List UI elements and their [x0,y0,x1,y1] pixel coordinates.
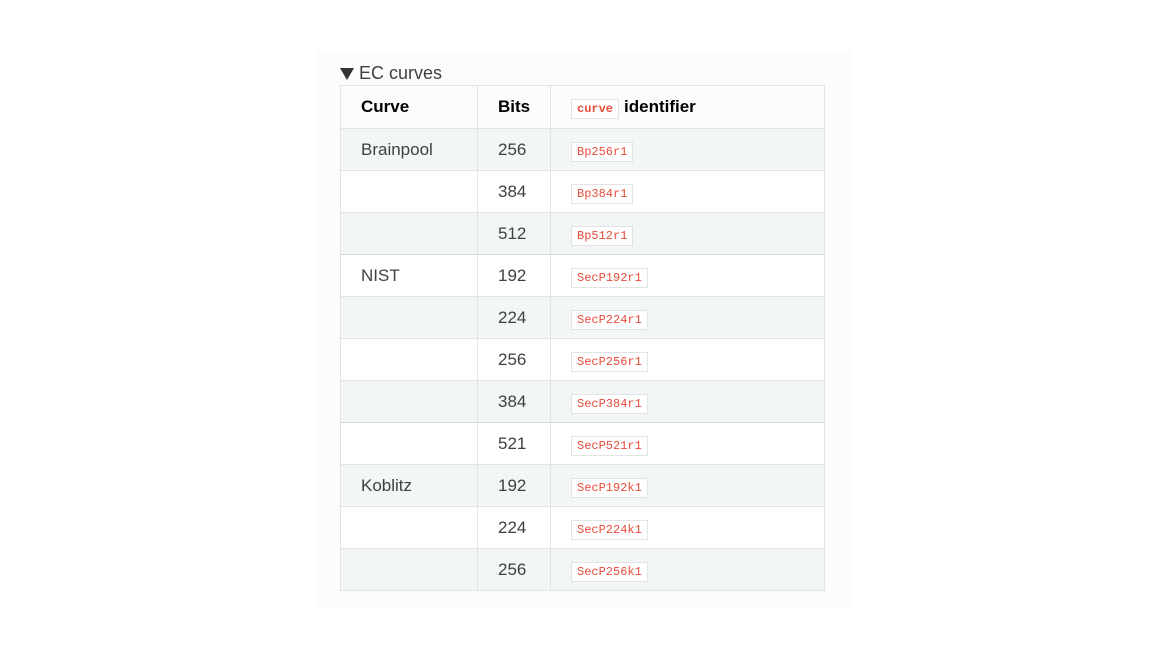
cell-bits: 512 [477,212,551,255]
table-row: Koblitz 192 SecP192k1 [340,464,825,507]
table-row: 384 SecP384r1 [340,380,825,423]
cell-identifier: Bp256r1 [550,128,825,171]
cell-identifier: Bp384r1 [550,170,825,213]
table-row: NIST 192 SecP192r1 [340,254,825,297]
header-identifier-code: curve [571,99,620,119]
table-row: 384 Bp384r1 [340,170,825,213]
details-summary[interactable]: EC curves [340,61,442,85]
table-row: 512 Bp512r1 [340,212,825,255]
cell-bits: 192 [477,254,551,297]
ec-curves-table: Curve Bits curve identifier Brainpool 256… [340,85,825,591]
cell-identifier: Bp512r1 [550,212,825,255]
cell-identifier: SecP521r1 [550,422,825,465]
table-row: 521 SecP521r1 [340,422,825,465]
identifier-code: SecP256r1 [571,351,648,372]
identifier-code: Bp256r1 [571,141,634,162]
table-row: 224 SecP224k1 [340,506,825,549]
cell-bits: 192 [477,464,551,507]
identifier-code: SecP521r1 [571,435,648,456]
header-identifier: curve identifier [550,85,825,129]
header-curve: Curve [340,85,478,129]
cell-bits: 224 [477,296,551,339]
cell-identifier: SecP256r1 [550,338,825,381]
details-summary-label: EC curves [359,62,443,83]
identifier-code: Bp384r1 [571,183,634,204]
cell-curve [340,548,478,591]
cell-curve: Brainpool [340,128,478,171]
cell-curve: Koblitz [340,464,478,507]
cell-bits: 256 [477,338,551,381]
cell-curve [340,296,478,339]
cell-bits: 224 [477,506,551,549]
identifier-code: SecP224r1 [571,309,648,330]
table-row: 224 SecP224r1 [340,296,825,339]
cell-curve [340,380,478,423]
cell-curve [340,422,478,465]
cell-bits: 256 [477,128,551,171]
cell-curve [340,338,478,381]
triangle-down-icon[interactable] [340,68,354,80]
cell-bits: 384 [477,380,551,423]
table-header-row: Curve Bits curve identifier [340,85,825,129]
cell-identifier: SecP256k1 [550,548,825,591]
cell-bits: 521 [477,422,551,465]
cell-identifier: SecP384r1 [550,380,825,423]
identifier-code: SecP384r1 [571,393,648,414]
cell-identifier: SecP224k1 [550,506,825,549]
table-row: 256 SecP256r1 [340,338,825,381]
identifier-code: Bp512r1 [571,225,634,246]
cell-curve [340,212,478,255]
table-body: Brainpool 256 Bp256r1 384 Bp384r1 512 Bp… [340,128,825,591]
ec-curves-details: EC curves Curve Bits curve identifier Bra… [317,50,853,607]
identifier-code: SecP256k1 [571,561,648,582]
cell-curve [340,506,478,549]
header-identifier-text: identifier [624,97,696,116]
identifier-code: SecP192k1 [571,477,648,498]
identifier-code: SecP224k1 [571,519,648,540]
cell-identifier: SecP192k1 [550,464,825,507]
cell-bits: 384 [477,170,551,213]
cell-curve [340,170,478,213]
header-bits: Bits [477,85,551,129]
identifier-code: SecP192r1 [571,267,648,288]
table-row: 256 SecP256k1 [340,548,825,591]
table-row: Brainpool 256 Bp256r1 [340,128,825,171]
cell-identifier: SecP192r1 [550,254,825,297]
cell-identifier: SecP224r1 [550,296,825,339]
cell-bits: 256 [477,548,551,591]
cell-curve: NIST [340,254,478,297]
